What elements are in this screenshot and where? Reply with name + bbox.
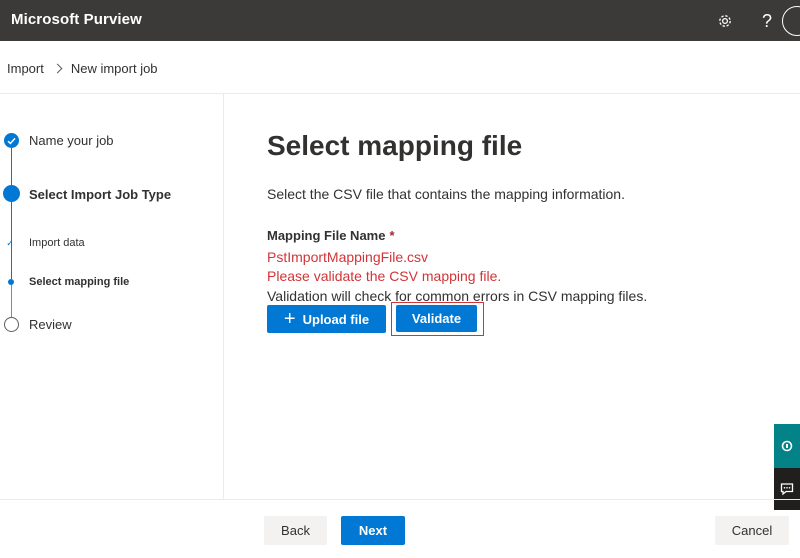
substep-check-icon: ✓	[6, 238, 14, 248]
step-review: Review	[29, 317, 72, 332]
upload-file-button[interactable]: + Upload file	[267, 305, 386, 333]
required-asterisk: *	[389, 228, 395, 243]
next-button[interactable]: Next	[341, 516, 405, 545]
step-connector	[11, 285, 12, 317]
settings-gear-icon[interactable]	[712, 8, 738, 34]
substep-import-data: Import data	[29, 237, 85, 249]
back-button[interactable]: Back	[264, 516, 327, 545]
mapping-file-name: PstImportMappingFile.csv	[267, 249, 429, 265]
breadcrumb-new-import-job: New import job	[70, 61, 158, 76]
app-title: Microsoft Purview	[11, 11, 142, 28]
validate-button[interactable]: Validate	[396, 305, 477, 332]
help-question-icon[interactable]: ?	[754, 8, 780, 34]
step-name-your-job: Name your job	[29, 133, 114, 148]
footer-divider	[0, 499, 800, 500]
step-current-icon	[3, 185, 20, 202]
chevron-right-icon	[52, 63, 63, 74]
mapping-file-label-text: Mapping File Name	[267, 228, 386, 243]
stepper-divider	[223, 94, 224, 499]
step-pending-circle-icon	[4, 317, 19, 332]
page-title: Select mapping file	[267, 130, 523, 161]
breadcrumb-import[interactable]: Import	[7, 61, 44, 76]
page-description: Select the CSV file that contains the ma…	[267, 186, 625, 202]
user-avatar[interactable]	[782, 6, 800, 36]
substep-current-dot-icon	[8, 279, 14, 285]
plus-icon: +	[283, 308, 296, 330]
breadcrumb: Import New import job	[7, 61, 158, 76]
validation-warning: Please validate the CSV mapping file.	[267, 268, 502, 284]
cancel-button[interactable]: Cancel	[715, 516, 789, 545]
header-divider	[0, 93, 800, 94]
mapping-file-label: Mapping File Name *	[267, 228, 395, 243]
feedback-icon[interactable]	[774, 468, 800, 510]
step-select-import-job-type: Select Import Job Type	[29, 187, 172, 202]
step-connector	[11, 148, 12, 185]
substep-select-mapping-file: Select mapping file	[29, 276, 130, 288]
top-bar: Microsoft Purview ?	[0, 0, 800, 41]
upload-file-label: Upload file	[302, 311, 370, 327]
step-completed-check-icon	[4, 133, 19, 148]
support-icon[interactable]	[774, 424, 800, 468]
